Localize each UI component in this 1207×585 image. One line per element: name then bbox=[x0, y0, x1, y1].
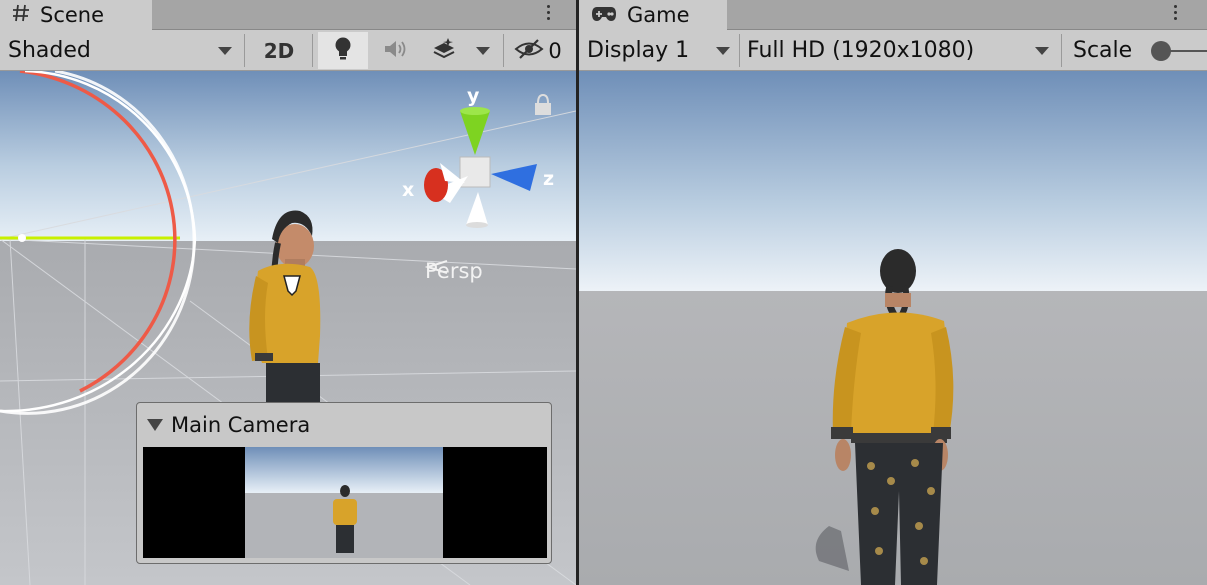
hidden-objects-toggle[interactable]: 0 bbox=[508, 32, 568, 69]
shading-mode-value: Shaded bbox=[8, 38, 91, 63]
speaker-icon bbox=[383, 38, 409, 64]
game-more-menu-icon[interactable] bbox=[1165, 0, 1185, 24]
game-viewport[interactable] bbox=[579, 71, 1207, 585]
scene-panel: Scene Shaded 2D 0 y x z Persp Main Camer… bbox=[0, 0, 576, 585]
scale-label: Scale bbox=[1073, 38, 1133, 63]
scene-toolbar: Shaded 2D 0 bbox=[0, 30, 576, 71]
game-toolbar: Display 1 Full HD (1920x1080) Scale bbox=[579, 30, 1207, 71]
gizmo-z-label: z bbox=[543, 168, 555, 190]
toggle-2d-label: 2D bbox=[263, 38, 295, 63]
effects-toggle-button[interactable] bbox=[424, 32, 464, 69]
chevron-down-icon bbox=[218, 47, 232, 55]
perspective-icon bbox=[425, 260, 448, 274]
chevron-down-icon bbox=[476, 46, 490, 55]
game-panel: Game Display 1 Full HD (1920x1080) Scale bbox=[579, 0, 1207, 585]
scale-control: Scale bbox=[1073, 30, 1207, 71]
lightbulb-icon bbox=[332, 36, 354, 66]
gizmo-x-label: x bbox=[402, 179, 415, 201]
scene-tab-label: Scene bbox=[40, 3, 105, 27]
game-tab[interactable]: Game bbox=[579, 0, 727, 30]
game-tab-strip: Game bbox=[579, 0, 1207, 30]
display-value: Display 1 bbox=[587, 38, 690, 63]
collapse-triangle-icon[interactable] bbox=[147, 419, 163, 431]
camera-preview[interactable]: Main Camera bbox=[136, 402, 552, 564]
hash-icon bbox=[12, 3, 30, 27]
camera-preview-screen bbox=[143, 447, 547, 558]
camera-preview-title: Main Camera bbox=[171, 413, 311, 437]
toggle-2d-button[interactable]: 2D bbox=[256, 32, 302, 69]
shading-mode-dropdown[interactable]: Shaded bbox=[8, 30, 240, 71]
hidden-count: 0 bbox=[548, 38, 562, 63]
scale-slider-handle[interactable] bbox=[1151, 41, 1171, 61]
game-tab-label: Game bbox=[627, 3, 690, 27]
resolution-dropdown[interactable]: Full HD (1920x1080) bbox=[747, 30, 1057, 71]
projection-toggle[interactable]: Persp bbox=[425, 259, 483, 283]
game-render bbox=[579, 71, 1207, 585]
lighting-toggle-button[interactable] bbox=[318, 32, 368, 69]
scene-tab[interactable]: Scene bbox=[0, 0, 152, 30]
resolution-value: Full HD (1920x1080) bbox=[747, 38, 975, 63]
gamepad-icon bbox=[591, 3, 617, 27]
scene-viewport[interactable]: y x z Persp Main Camera bbox=[0, 71, 576, 585]
scene-more-menu-icon[interactable] bbox=[538, 0, 558, 24]
display-dropdown[interactable]: Display 1 bbox=[587, 30, 737, 71]
scene-tab-strip: Scene bbox=[0, 0, 576, 30]
chevron-down-icon bbox=[716, 47, 730, 55]
layers-icon bbox=[431, 37, 457, 65]
effects-dropdown-button[interactable] bbox=[466, 32, 500, 69]
eye-slash-icon bbox=[514, 38, 544, 64]
gizmo-y-label: y bbox=[467, 85, 480, 107]
chevron-down-icon bbox=[1035, 47, 1049, 55]
camera-preview-header[interactable]: Main Camera bbox=[137, 403, 551, 447]
audio-toggle-button[interactable] bbox=[372, 32, 420, 69]
